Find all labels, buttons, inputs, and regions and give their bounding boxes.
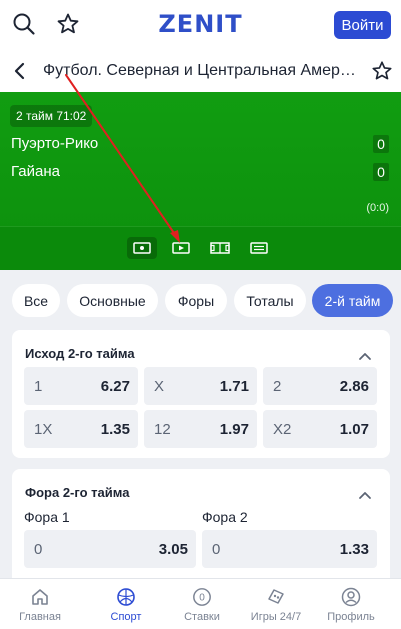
market-title: Фора 2-го тайма [25, 485, 130, 500]
odd-label: X [154, 378, 165, 395]
nav-bets[interactable]: 0 Ставки [162, 579, 242, 629]
half-score: (0:0) [366, 202, 389, 214]
odd-label: 0 [212, 541, 221, 558]
event-title: Футбол. Северная и Центральная Америка [43, 62, 358, 79]
nav-label: Игры 24/7 [250, 611, 302, 623]
market-card-handicap: Фора 2-го тайма Фора 1 Фора 2 0 3.05 0 1… [12, 469, 390, 589]
odd-button-12[interactable]: 12 1.97 [144, 410, 257, 448]
odd-value: 1.97 [219, 421, 249, 438]
market-card-result: Исход 2-го тайма 1 6.27 X 1.71 2 2.86 1X… [12, 330, 390, 458]
top-header: ZENIT Войти [0, 0, 401, 50]
nav-profile[interactable]: Профиль [311, 579, 391, 629]
bets-icon: 0 [192, 587, 212, 607]
scoreboard: 2 тайм 71:02 Пуэрто-Рико 0 Гайана 0 (0:0… [0, 92, 401, 270]
login-button[interactable]: Войти [334, 11, 391, 39]
odd-button-2[interactable]: 2 2.86 [263, 367, 377, 405]
filter-all[interactable]: Все [12, 284, 60, 317]
nav-label: Главная [19, 611, 61, 623]
nav-games[interactable]: Игры 24/7 [236, 579, 316, 629]
odd-button-x[interactable]: X 1.71 [144, 367, 257, 405]
nav-label: Ставки [184, 611, 220, 623]
odd-label: 2 [273, 378, 282, 395]
odd-label: 1 [34, 378, 43, 395]
home-icon [30, 587, 50, 607]
team1-name: Пуэрто-Рико [11, 135, 99, 152]
nav-sport[interactable]: Спорт [86, 579, 166, 629]
team2-name: Гайана [11, 163, 60, 180]
odd-value: 1.07 [339, 421, 369, 438]
scoreboard-view-tabs [0, 227, 401, 270]
filter-main[interactable]: Основные [67, 284, 158, 317]
event-favorite-star-icon[interactable] [369, 58, 395, 84]
handicap2-header: Фора 2 [202, 509, 248, 525]
text-stats-icon[interactable] [244, 237, 274, 259]
odd-value: 2.86 [339, 378, 369, 395]
nav-label: Профиль [327, 611, 375, 623]
chevron-up-icon[interactable] [358, 348, 372, 360]
odd-button-x2[interactable]: X2 1.07 [263, 410, 377, 448]
ball-icon [116, 587, 136, 607]
odd-label: 12 [154, 421, 171, 438]
video-play-icon[interactable] [166, 237, 196, 259]
odd-button-1x[interactable]: 1X 1.35 [24, 410, 138, 448]
odd-button-handicap2[interactable]: 0 1.33 [202, 530, 377, 568]
handicap1-header: Фора 1 [24, 509, 70, 525]
odd-button-handicap1[interactable]: 0 3.05 [24, 530, 196, 568]
match-period-timer: 2 тайм 71:02 [10, 105, 93, 127]
back-arrow-icon[interactable] [8, 58, 30, 84]
odd-value: 1.33 [339, 541, 369, 558]
games-icon [266, 587, 286, 607]
field-stats-icon[interactable] [205, 237, 235, 259]
filter-second-half[interactable]: 2-й тайм [312, 284, 393, 317]
market-filters: Все Основные Форы Тоталы 2-й тайм [0, 270, 401, 328]
odd-button-1[interactable]: 1 6.27 [24, 367, 138, 405]
odd-value: 6.27 [100, 378, 130, 395]
profile-icon [341, 587, 361, 607]
nav-home[interactable]: Главная [0, 579, 80, 629]
odd-label: 0 [34, 541, 43, 558]
team1-score: 0 [373, 135, 389, 153]
scoreboard-tab-icon[interactable] [127, 237, 157, 259]
odd-label: X2 [273, 421, 292, 438]
event-title-bar: Футбол. Северная и Центральная Америка [0, 50, 401, 92]
odd-value: 3.05 [158, 541, 188, 558]
market-title: Исход 2-го тайма [25, 346, 135, 361]
bottom-navigation: Главная Спорт 0 Ставки Игры 24/7 Профиль [0, 578, 401, 629]
odd-value: 1.35 [100, 421, 130, 438]
chevron-up-icon[interactable] [358, 487, 372, 499]
filter-handicaps[interactable]: Форы [165, 284, 227, 317]
team2-score: 0 [373, 163, 389, 181]
nav-label: Спорт [110, 611, 142, 623]
odd-label: 1X [34, 421, 53, 438]
filter-totals[interactable]: Тоталы [234, 284, 306, 317]
odd-value: 1.71 [219, 378, 249, 395]
svg-text:0: 0 [199, 593, 205, 604]
